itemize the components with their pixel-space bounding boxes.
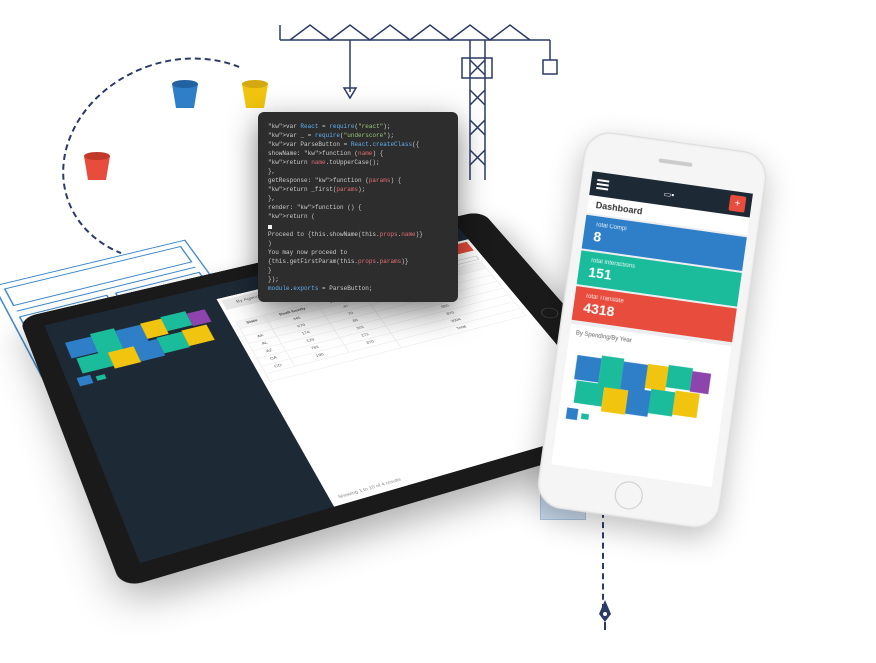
tablet-home-button[interactable] — [538, 306, 561, 320]
phone-map-section: By Spending/By Year — [551, 324, 731, 487]
us-map-small — [563, 340, 723, 444]
bucket-yellow-icon — [240, 78, 270, 110]
us-map — [56, 298, 238, 393]
pen-tool-icon — [595, 600, 615, 630]
phone-screen: ▭▪ + Dashboard Total Compl 8 Total Inter… — [551, 171, 753, 487]
bucket-red-icon — [82, 150, 112, 182]
bucket-blue-icon — [170, 78, 200, 110]
phone-home-button[interactable] — [613, 480, 645, 512]
code-editor: "kw">var React = require("react");"kw">v… — [258, 112, 458, 302]
add-button[interactable]: + — [728, 195, 746, 213]
hamburger-icon[interactable] — [596, 179, 609, 191]
phone-speaker — [658, 158, 692, 167]
